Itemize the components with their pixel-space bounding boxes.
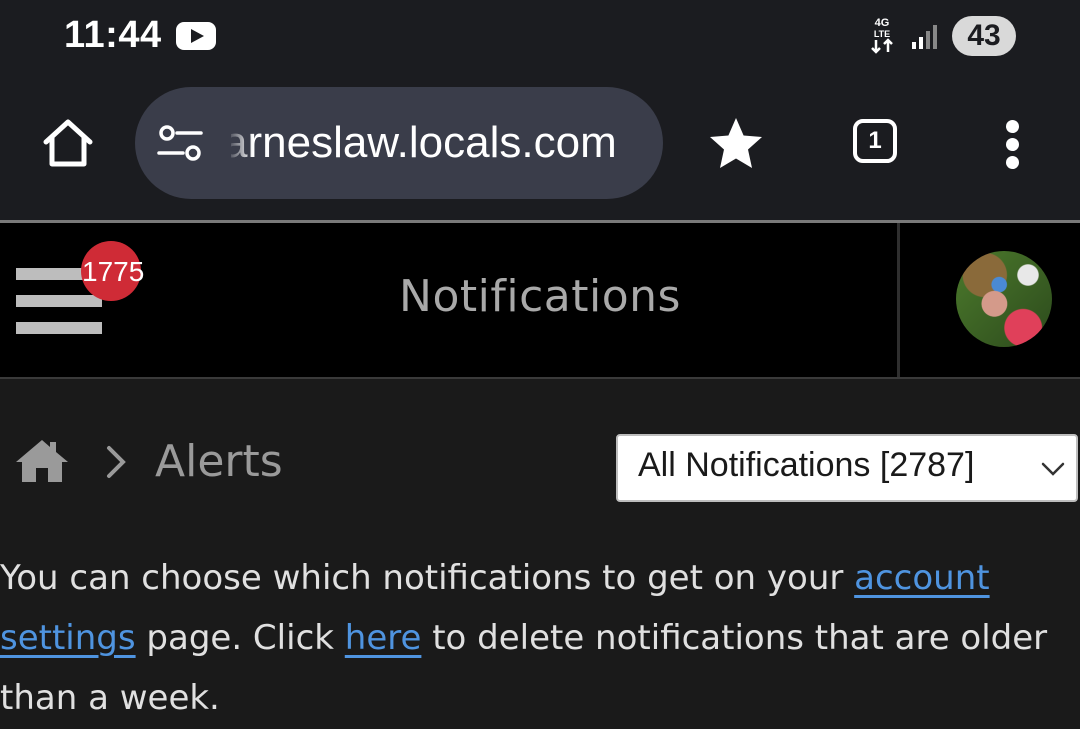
info-text-1: You can choose which notifications to ge…	[0, 558, 855, 598]
app-header: 1775 Notifications	[0, 223, 1080, 377]
header-divider	[897, 223, 900, 377]
notification-filter-select[interactable]: All Notifications [2787]	[616, 434, 1078, 502]
delete-old-notifications-link[interactable]: here	[345, 618, 422, 658]
url-text[interactable]: arneslaw.locals.com	[231, 113, 651, 173]
svg-text:LTE: LTE	[874, 29, 890, 39]
home-icon	[43, 119, 93, 167]
browser-toolbar: arneslaw.locals.com 1	[0, 76, 1080, 220]
header-bottom-border	[0, 377, 1080, 379]
info-text-2: page. Click	[135, 618, 345, 658]
svg-text:4G: 4G	[875, 17, 890, 29]
status-bar: 11:44 4G LTE 43	[0, 0, 1080, 76]
info-paragraph: You can choose which notifications to ge…	[0, 548, 1080, 728]
url-value: arneslaw.locals.com	[231, 118, 617, 167]
signal-icon	[910, 22, 940, 50]
site-settings-icon[interactable]	[157, 125, 203, 161]
battery-indicator: 43	[952, 16, 1016, 56]
more-menu-icon[interactable]	[996, 120, 1028, 170]
network-4g-glyph: 4G LTE	[871, 17, 893, 54]
address-bar[interactable]: arneslaw.locals.com	[135, 87, 663, 199]
page-title: Notifications	[399, 271, 681, 322]
network-4g-icon: 4G LTE	[868, 16, 896, 54]
bookmark-star-icon	[710, 118, 762, 168]
breadcrumb-home-icon[interactable]	[14, 438, 70, 484]
chevron-down-icon	[1040, 460, 1066, 478]
youtube-icon	[176, 22, 216, 50]
avatar[interactable]	[956, 251, 1052, 347]
breadcrumb-current: Alerts	[155, 436, 283, 487]
home-button[interactable]	[40, 114, 96, 170]
status-time: 11:44	[64, 14, 162, 56]
tab-switcher-button[interactable]: 1	[853, 119, 897, 163]
url-fade	[227, 107, 253, 177]
filter-selected-value: All Notifications [2787]	[638, 446, 975, 484]
chevron-right-icon	[104, 444, 128, 480]
bookmark-button[interactable]	[706, 114, 766, 174]
